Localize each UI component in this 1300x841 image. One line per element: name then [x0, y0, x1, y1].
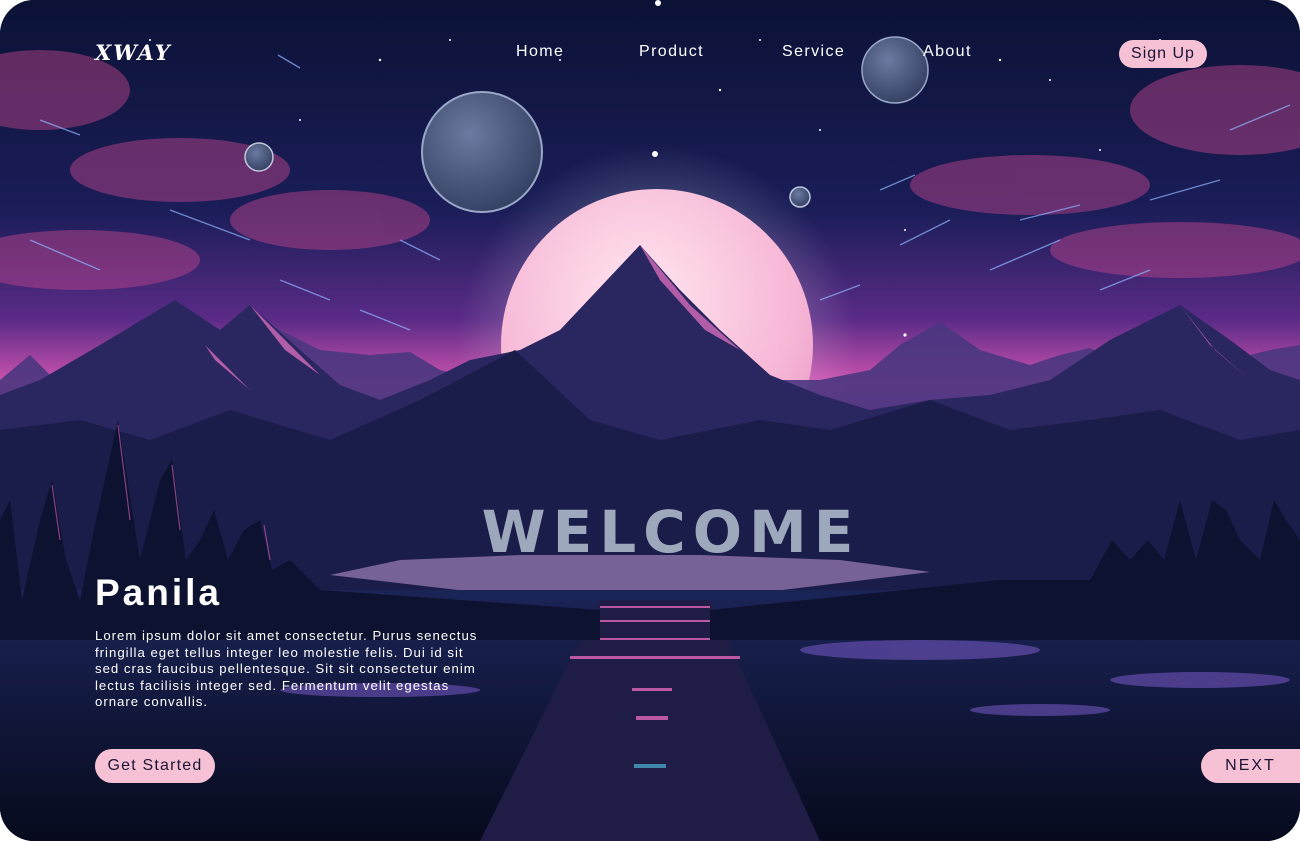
landing-page: XWAY Home Product Service About Sign Up …: [0, 0, 1300, 841]
hero-background-illustration: [0, 0, 1300, 841]
next-button[interactable]: NEXT: [1201, 749, 1300, 783]
nav-home[interactable]: Home: [516, 43, 564, 61]
brand-logo[interactable]: XWAY: [95, 40, 172, 65]
get-started-button[interactable]: Get Started: [95, 749, 215, 783]
welcome-heading: WELCOME: [481, 498, 861, 566]
nav-service[interactable]: Service: [782, 43, 845, 61]
sign-up-button[interactable]: Sign Up: [1119, 40, 1207, 68]
hero-title: Panila: [95, 572, 222, 613]
nav-about[interactable]: About: [923, 43, 972, 61]
nav-product[interactable]: Product: [639, 43, 704, 61]
hero-description: Lorem ipsum dolor sit amet consectetur. …: [95, 628, 478, 710]
